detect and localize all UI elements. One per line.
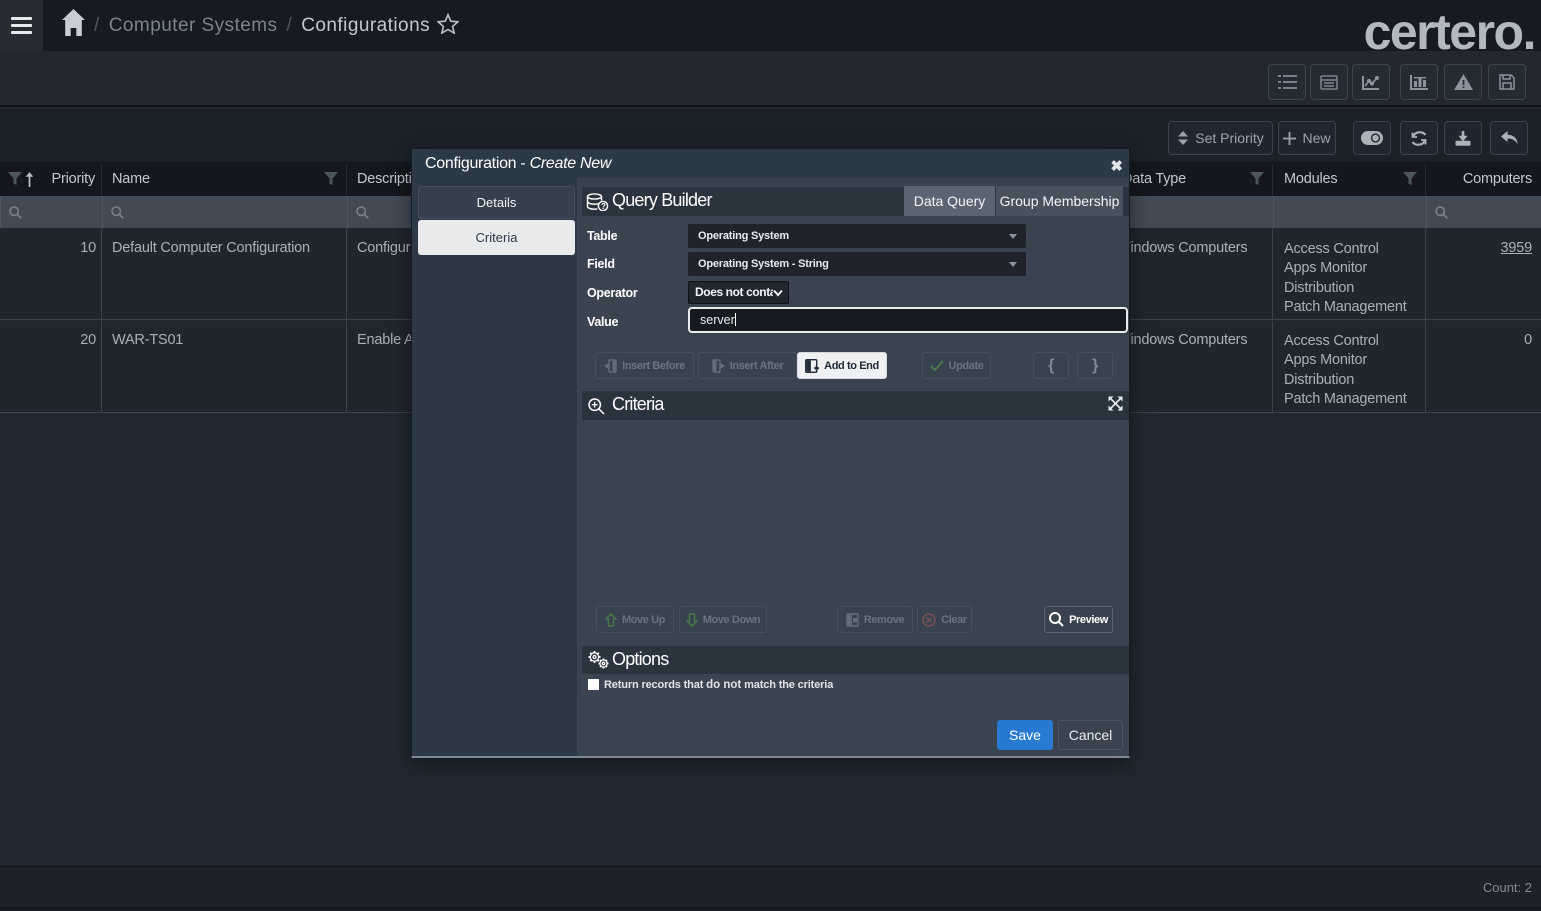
svg-text:?: ? <box>601 202 606 211</box>
